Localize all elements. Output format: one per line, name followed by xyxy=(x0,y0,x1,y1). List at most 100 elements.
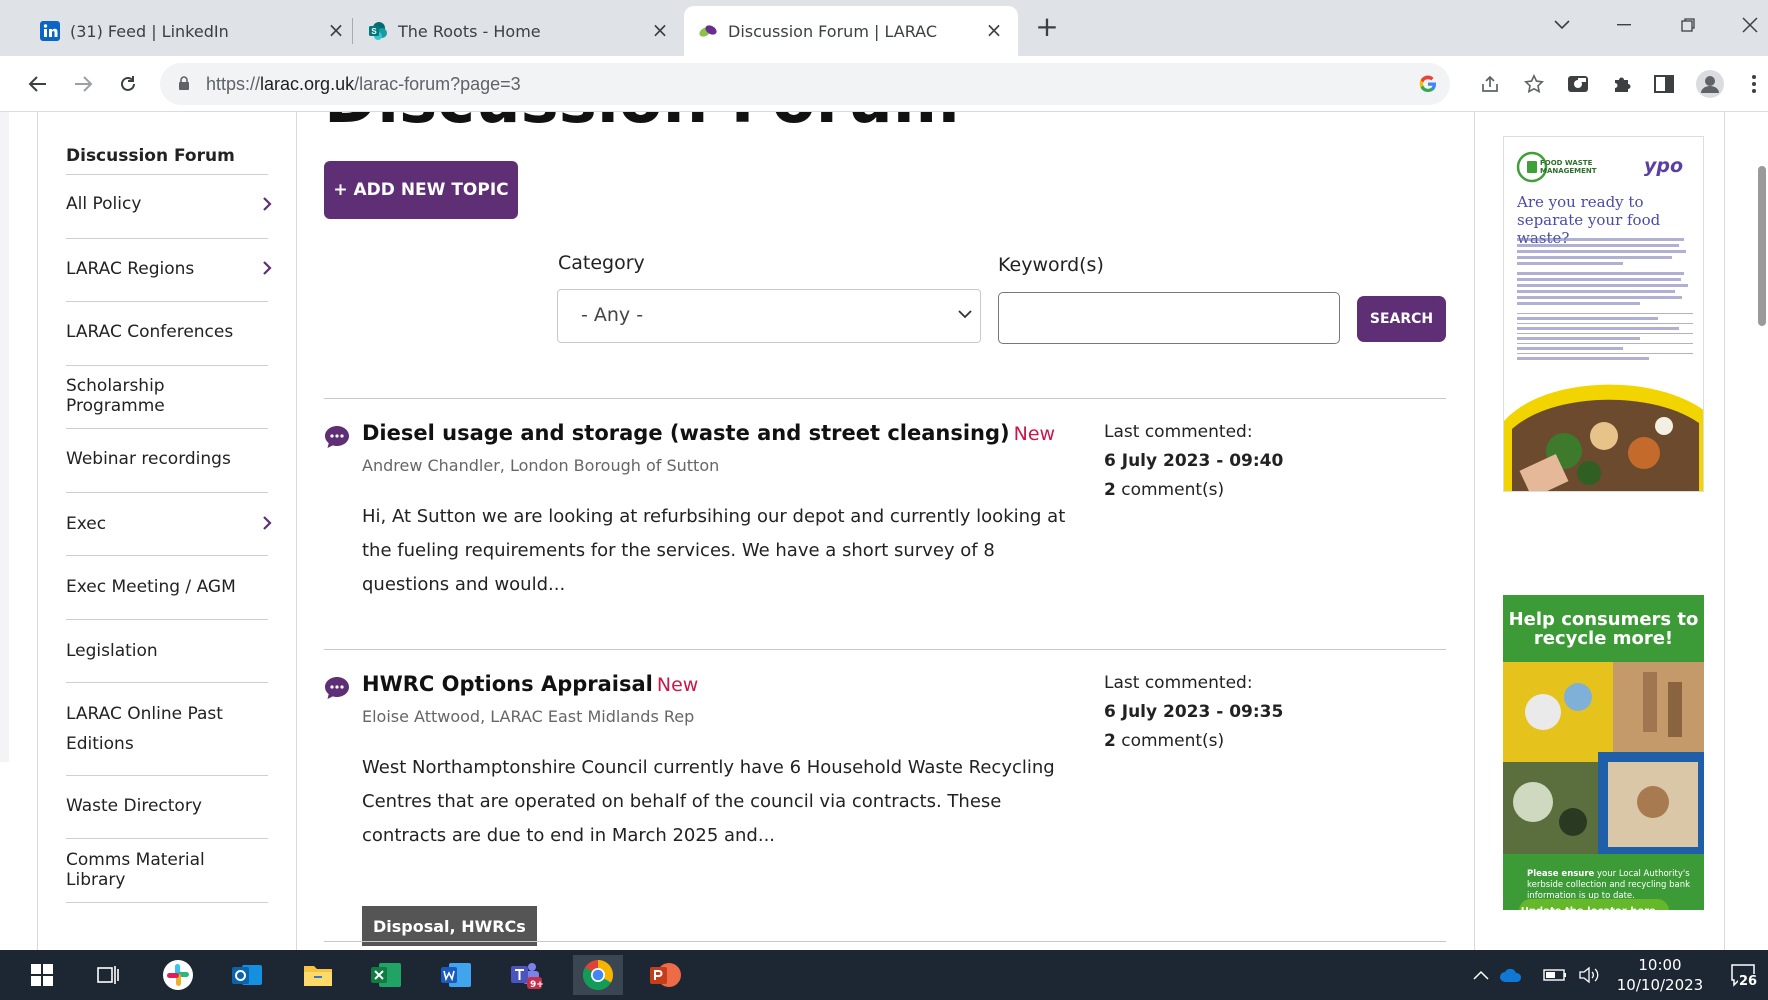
sidebar-item-exec-meeting-agm[interactable]: Exec Meeting / AGM xyxy=(66,556,268,620)
keyword-input[interactable] xyxy=(998,292,1340,344)
sidebar-item-label: Exec Meeting / AGM xyxy=(66,577,236,597)
sidebar-item-legislation[interactable]: Legislation xyxy=(66,620,268,683)
reload-button[interactable] xyxy=(112,68,144,100)
share-icon[interactable] xyxy=(1476,70,1504,98)
restore-button[interactable] xyxy=(1668,10,1708,40)
tab-label: Discussion Forum | LARAC xyxy=(728,21,937,41)
last-commented-date: 6 July 2023 - 09:40 xyxy=(1104,451,1284,471)
category-select[interactable]: - Any - xyxy=(557,289,981,343)
topic-tag[interactable]: Disposal, HWRCs xyxy=(362,906,537,946)
food-waste-photo xyxy=(1504,384,1703,491)
volume-icon[interactable] xyxy=(1574,955,1604,995)
divider xyxy=(324,941,1446,942)
tab-linkedin[interactable]: (31) Feed | LinkedIn × xyxy=(10,6,360,56)
new-tab-button[interactable]: + xyxy=(1033,13,1061,42)
browser-tab-bar: (31) Feed | LinkedIn × S The Roots - Hom… xyxy=(0,0,1768,56)
page-title: Discussion Forum xyxy=(324,112,960,138)
battery-icon[interactable] xyxy=(1540,955,1570,995)
close-tab-icon[interactable]: × xyxy=(326,20,346,40)
web-page: Discussion Forum All Policy LARAC Region… xyxy=(0,112,1768,950)
close-tab-icon[interactable]: × xyxy=(984,20,1004,40)
sidebar-item-scholarship-programme[interactable]: Scholarship Programme xyxy=(66,366,268,429)
add-new-topic-button[interactable]: + ADD NEW TOPIC xyxy=(324,161,518,219)
search-button[interactable]: SEARCH xyxy=(1357,296,1446,342)
close-tab-icon[interactable]: × xyxy=(650,20,670,40)
sidebar-item-all-policy[interactable]: All Policy xyxy=(66,175,272,239)
chrome-menu-icon[interactable] xyxy=(1740,70,1768,98)
teams-badge: 9+ xyxy=(530,980,544,990)
divider xyxy=(324,398,1446,399)
chevron-right-icon xyxy=(263,197,272,211)
update-locator-button[interactable]: Update the locator here... xyxy=(1519,899,1669,910)
tab-separator xyxy=(352,18,353,44)
sidebar-item-comms-material-library[interactable]: Comms Material Library xyxy=(66,839,268,903)
ad-recycle-locator[interactable]: Help consumers to recycle more! Please e… xyxy=(1503,595,1704,910)
windows-start-icon[interactable] xyxy=(19,955,65,995)
teams-icon[interactable]: 9+ xyxy=(503,955,549,995)
topic-title-link[interactable]: Diesel usage and storage (waste and stre… xyxy=(362,421,1055,445)
bookmark-star-icon[interactable] xyxy=(1520,70,1548,98)
chevron-down-icon xyxy=(958,310,972,319)
sidebar-item-exec[interactable]: Exec xyxy=(66,493,272,556)
close-window-button[interactable] xyxy=(1730,10,1768,40)
chrome-icon[interactable] xyxy=(573,955,623,995)
sidebar-item-discussion-forum[interactable]: Discussion Forum xyxy=(66,112,268,175)
sidebar-item-waste-directory[interactable]: Waste Directory xyxy=(66,776,268,839)
topic-excerpt: West Northamptonshire Council currently … xyxy=(362,757,1055,846)
address-bar[interactable]: https://larac.org.uk/larac-forum?page=3 xyxy=(160,63,1544,105)
browser-toolbar: https://larac.org.uk/larac-forum?page=3 xyxy=(0,56,1768,112)
tab-the-roots[interactable]: S The Roots - Home × xyxy=(356,6,684,56)
file-explorer-icon[interactable] xyxy=(295,955,341,995)
sidebar-item-label: Comms Material Library xyxy=(66,850,205,890)
new-badge: New xyxy=(656,674,699,696)
sidebar-item-label: Scholarship Programme xyxy=(66,376,165,416)
ad2-headline: Help consumers to recycle more! xyxy=(1508,609,1699,649)
powerpoint-icon[interactable] xyxy=(643,955,689,995)
topic-title-link[interactable]: HWRC Options Appraisal New xyxy=(362,672,698,696)
comment-count: 2 comment(s) xyxy=(1104,480,1225,500)
lock-icon xyxy=(179,76,189,90)
side-panel-icon[interactable] xyxy=(1650,70,1678,98)
slack-icon[interactable] xyxy=(155,955,201,995)
comment-bubble-icon xyxy=(325,677,349,699)
tab-search-icon[interactable] xyxy=(1542,10,1582,40)
sidebar-item-larac-conferences[interactable]: LARAC Conferences xyxy=(66,302,268,366)
scrollbar-thumb[interactable] xyxy=(1758,166,1766,326)
extensions-puzzle-icon[interactable] xyxy=(1608,70,1636,98)
chevron-right-icon xyxy=(263,261,272,275)
right-column-border xyxy=(1474,112,1475,950)
sidebar-item-larac-regions[interactable]: LARAC Regions xyxy=(66,239,272,302)
notification-count: 26 xyxy=(1738,974,1759,989)
tab-discussion-forum[interactable]: Discussion Forum | LARAC × xyxy=(684,6,1018,56)
sidebar-item-label: LARAC Regions xyxy=(66,259,195,279)
ad1-body-text xyxy=(1517,235,1693,363)
ad-food-waste[interactable]: FOOD WASTE MANAGEMENT ypo Are you ready … xyxy=(1503,136,1704,492)
category-label: Category xyxy=(558,252,645,274)
sidebar-item-label: Webinar recordings xyxy=(66,449,231,469)
topic-author: Andrew Chandler, London Borough of Sutto… xyxy=(362,456,720,475)
google-icon[interactable] xyxy=(1414,70,1442,98)
word-icon[interactable] xyxy=(433,955,479,995)
sidebar-item-larac-online-past-editions[interactable]: LARAC Online Past Editions xyxy=(66,683,268,776)
back-button[interactable] xyxy=(22,68,54,100)
topic-author: Eloise Attwood, LARAC East Midlands Rep xyxy=(362,707,695,726)
extension-icon[interactable] xyxy=(1564,70,1592,98)
sidebar-item-label: All Policy xyxy=(66,194,142,214)
sidebar-item-webinar-recordings[interactable]: Webinar recordings xyxy=(66,429,268,493)
svg-text:S: S xyxy=(371,27,377,36)
excel-icon[interactable] xyxy=(363,955,409,995)
sidebar-nav: Discussion Forum All Policy LARAC Region… xyxy=(37,112,297,950)
show-hidden-icons-chevron-up-icon[interactable] xyxy=(1466,955,1496,995)
sidebar-item-label: Waste Directory xyxy=(66,796,202,816)
profile-avatar-icon[interactable] xyxy=(1696,70,1724,98)
task-view-icon[interactable] xyxy=(85,955,131,995)
comment-count: 2 comment(s) xyxy=(1104,731,1225,751)
system-clock[interactable]: 10:00 10/10/2023 xyxy=(1610,955,1710,995)
keyword-label: Keyword(s) xyxy=(998,254,1104,276)
outlook-icon[interactable] xyxy=(225,955,271,995)
ad2-body: Please ensure your Local Authority's ker… xyxy=(1527,869,1691,901)
chevron-right-icon xyxy=(263,516,272,530)
minimize-button[interactable] xyxy=(1604,10,1644,40)
forward-button[interactable] xyxy=(67,68,99,100)
onedrive-cloud-icon[interactable] xyxy=(1496,955,1526,995)
